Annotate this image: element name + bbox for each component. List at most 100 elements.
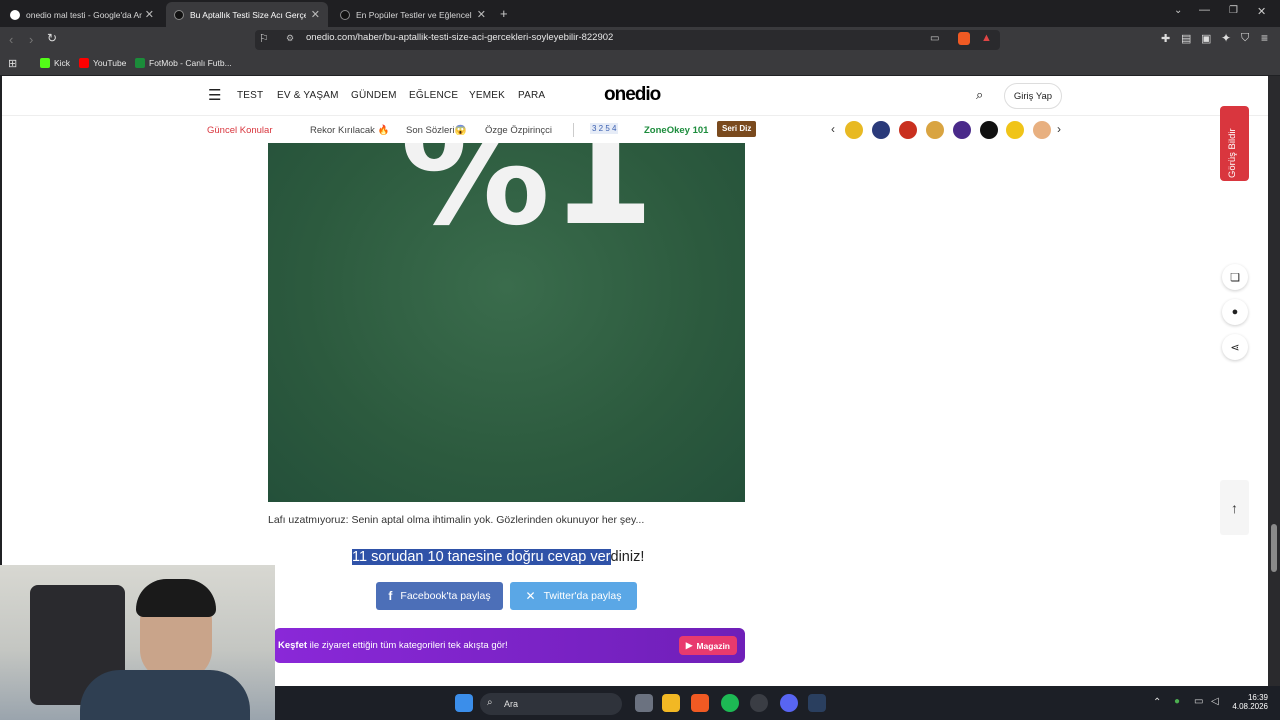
spotify-icon[interactable] xyxy=(721,694,739,712)
quiz-result-rest: diniz! xyxy=(610,549,645,565)
webcam-overlay xyxy=(0,565,275,720)
volume-icon[interactable]: ◁ xyxy=(1211,696,1219,707)
menu-icon[interactable]: ≡ xyxy=(1261,31,1268,45)
tab-google-search[interactable]: onedio mal testi - Google'da Ara ✕ xyxy=(2,2,162,27)
scroll-to-top-button[interactable]: ↑ xyxy=(1220,480,1249,535)
quiz-result-highlighted: 11 sorudan 10 tanesine doğru cevap ver xyxy=(352,549,611,565)
save-bookmark-button[interactable]: ❏ xyxy=(1222,264,1248,290)
vpn-icon[interactable]: ⛉ xyxy=(1241,32,1249,45)
comments-button[interactable]: ● xyxy=(1222,299,1248,325)
site-logo[interactable]: onedio xyxy=(604,84,661,106)
bookmark-label: YouTube xyxy=(93,58,127,68)
topic-link[interactable]: Son Sözleri😱 xyxy=(406,125,466,136)
article-image: % 1 xyxy=(268,143,745,502)
seri-diz-badge[interactable]: Seri Diz xyxy=(717,121,757,137)
nav-eglence[interactable]: EĞLENCE xyxy=(409,90,458,101)
google-icon xyxy=(10,9,20,20)
forward-icon[interactable]: › xyxy=(29,32,33,47)
maximize-button[interactable]: ❐ xyxy=(1229,5,1238,16)
tab-strip: onedio mal testi - Google'da Ara ✕ Bu Ap… xyxy=(0,0,1280,27)
scrollbar-thumb[interactable] xyxy=(1271,524,1277,572)
twitter-share-button[interactable]: ✕ Twitter'da paylaş xyxy=(510,582,637,610)
topic-link[interactable]: Rekor Kırılacak 🔥 xyxy=(310,125,389,136)
bookmark-youtube[interactable]: YouTube xyxy=(79,58,126,68)
tab-onedio-tests[interactable]: En Popüler Testler ve Eğlenceli Quizle ✕ xyxy=(332,2,494,27)
tray-chevron-icon[interactable]: ⌃ xyxy=(1153,697,1161,708)
share-button[interactable]: ⋖ xyxy=(1222,334,1248,360)
back-icon[interactable]: ‹ xyxy=(9,32,13,47)
tab-list-chevron-icon[interactable]: ⌄ xyxy=(1174,5,1182,16)
apps-grid-icon[interactable]: ⊞ xyxy=(8,57,17,70)
onedio-icon xyxy=(174,9,184,20)
app-icon[interactable] xyxy=(750,694,768,712)
bookmark-fotmob[interactable]: FotMob - Canlı Futb... xyxy=(135,58,232,68)
magazin-label: Magazin xyxy=(696,640,730,651)
magazin-badge[interactable]: ▶ Magazin xyxy=(678,636,737,655)
article-caption: Lafı uzatmıyoruz: Senin aptal olma ihtim… xyxy=(268,514,645,526)
nav-yemek[interactable]: YEMEK xyxy=(469,90,505,101)
reload-icon[interactable]: ↻ xyxy=(47,31,57,45)
login-button[interactable]: Giriş Yap xyxy=(1004,83,1062,109)
story-avatar[interactable] xyxy=(845,121,863,139)
current-topics-label: Güncel Konular xyxy=(207,125,273,136)
quiz-result: 11 sorudan 10 tanesine doğru cevap verdi… xyxy=(352,549,644,565)
minimize-button[interactable]: — xyxy=(1199,4,1210,16)
chevron-left-icon[interactable]: ‹ xyxy=(831,122,835,136)
facebook-share-button[interactable]: f Facebook'ta paylaş xyxy=(376,582,503,610)
bookmark-kick[interactable]: Kick xyxy=(40,58,70,68)
hamburger-menu-icon[interactable]: ☰ xyxy=(208,86,221,104)
nav-para[interactable]: PARA xyxy=(518,90,545,101)
story-avatar[interactable] xyxy=(1006,121,1024,139)
window-close-button[interactable]: ✕ xyxy=(1257,5,1266,18)
story-avatar[interactable] xyxy=(872,121,890,139)
cast-icon[interactable]: ▭ xyxy=(930,33,939,44)
extensions-icon[interactable]: ✚ xyxy=(1161,32,1170,45)
windows-start-icon[interactable] xyxy=(455,694,473,712)
chevron-right-icon[interactable]: › xyxy=(1057,122,1061,136)
url-text[interactable]: onedio.com/haber/bu-aptallik-testi-size-… xyxy=(306,32,613,43)
image-percent-text: % xyxy=(400,143,551,259)
story-avatar[interactable] xyxy=(1033,121,1051,139)
address-bar-row: ‹ › ↻ ⚐ ⚙ ▭ ▲ ✚ ▤ ▣ ✦ ⛉ ≡ xyxy=(0,27,1280,53)
taskbar-clock[interactable]: 16:39 4.08.2026 xyxy=(1226,693,1268,711)
story-avatar[interactable] xyxy=(899,121,917,139)
microphone-icon[interactable]: ● xyxy=(1174,696,1180,707)
story-avatar[interactable] xyxy=(926,121,944,139)
steam-icon[interactable] xyxy=(808,694,826,712)
close-icon[interactable]: ✕ xyxy=(477,8,486,21)
nav-gundem[interactable]: GÜNDEM xyxy=(351,90,397,101)
leo-ai-icon[interactable]: ✦ xyxy=(1221,31,1231,45)
new-tab-button[interactable]: + xyxy=(500,6,508,21)
story-avatar[interactable] xyxy=(980,121,998,139)
network-icon[interactable]: ▭ xyxy=(1194,696,1203,707)
brave-browser-icon[interactable] xyxy=(691,694,709,712)
nav-ev-yasam[interactable]: EV & YAŞAM xyxy=(277,90,339,101)
search-icon[interactable]: ⌕ xyxy=(976,87,983,103)
file-explorer-icon[interactable] xyxy=(662,694,680,712)
taskbar-search[interactable] xyxy=(480,693,622,715)
divider xyxy=(573,123,574,137)
banner-text: Keşfet ile ziyaret ettiğin tüm kategoril… xyxy=(278,640,508,651)
story-avatar[interactable] xyxy=(953,121,971,139)
tab-onedio-article[interactable]: Bu Aptallık Testi Size Acı Gerçekle ✕ xyxy=(166,2,328,27)
windows-taskbar xyxy=(275,686,1280,720)
close-icon[interactable]: ✕ xyxy=(145,8,154,21)
discord-icon[interactable] xyxy=(780,694,798,712)
twitter-share-label: Twitter'da paylaş xyxy=(543,590,622,602)
close-icon[interactable]: ✕ xyxy=(311,8,320,21)
sidebar-icon[interactable]: ▤ xyxy=(1181,32,1191,45)
video-icon: ▶ xyxy=(685,640,693,650)
site-info-icon[interactable]: ⚙ xyxy=(286,33,294,44)
brave-rewards-icon[interactable]: ▲ xyxy=(981,32,992,44)
task-view-icon[interactable] xyxy=(635,694,653,712)
fotmob-icon xyxy=(135,58,145,68)
page-scrollbar[interactable] xyxy=(1268,76,1280,686)
kick-icon xyxy=(40,58,50,68)
discover-banner[interactable]: Keşfet ile ziyaret ettiğin tüm kategoril… xyxy=(274,628,745,663)
zoneokey-link[interactable]: ZoneOkey 101 xyxy=(644,125,708,136)
brave-shields-icon[interactable] xyxy=(958,32,970,45)
bookmark-icon[interactable]: ⚐ xyxy=(259,32,269,45)
topic-link[interactable]: Özge Özpirinçci xyxy=(485,125,552,136)
wallet-icon[interactable]: ▣ xyxy=(1201,32,1211,45)
nav-test[interactable]: TEST xyxy=(237,90,263,101)
